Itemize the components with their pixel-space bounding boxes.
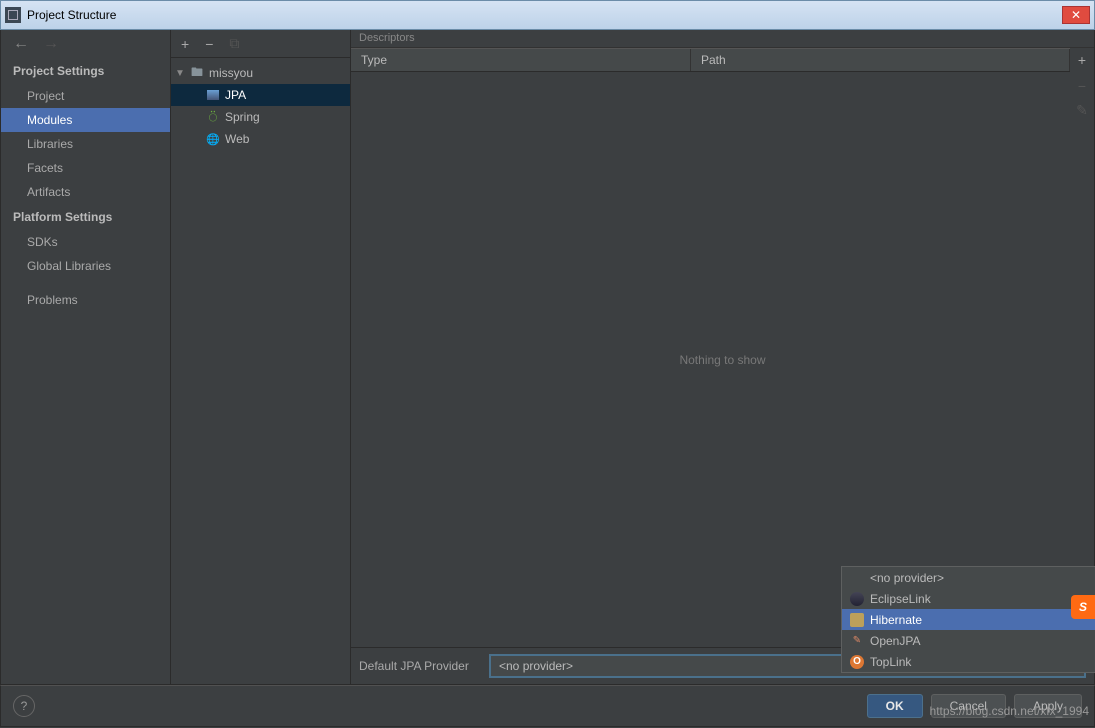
web-icon: 🌐 [205, 132, 221, 146]
sidebar-item-modules[interactable]: Modules [1, 108, 170, 132]
provider-dropdown-popup: <no provider> EclipseLink Hibernate ✎ Op… [841, 566, 1095, 673]
option-label: OpenJPA [870, 634, 920, 648]
tree-root-label: missyou [209, 66, 253, 80]
jpa-icon [205, 88, 221, 102]
add-descriptor-icon[interactable]: + [1070, 48, 1094, 72]
ok-button[interactable]: OK [867, 694, 923, 718]
descriptors-table-wrap: Type Path + [351, 48, 1094, 72]
forward-arrow-icon: → [43, 35, 59, 53]
provider-label: Default JPA Provider [359, 659, 481, 673]
help-button[interactable]: ? [13, 695, 35, 717]
provider-select-value: <no provider> [499, 659, 573, 673]
app-icon [5, 7, 21, 23]
descriptors-title: Descriptors [351, 30, 1094, 48]
tree-body: ▼ 🖿 missyou JPA ⍥ Spring 🌐 Web [171, 58, 350, 154]
tree-web-label: Web [225, 132, 249, 146]
tree-jpa-label: JPA [225, 88, 246, 102]
add-module-icon[interactable]: + [181, 36, 189, 52]
module-tree-panel: + − ⧉ ▼ 🖿 missyou JPA ⍥ Spring 🌐 [171, 30, 351, 684]
option-label: EclipseLink [870, 592, 931, 606]
remove-module-icon[interactable]: − [205, 36, 213, 52]
hibernate-icon [850, 613, 864, 627]
openjpa-icon: ✎ [850, 634, 864, 648]
titlebar: Project Structure ✕ [0, 0, 1095, 30]
content-panel: Descriptors Type Path + − ✎ Nothing to s… [351, 30, 1094, 684]
folder-icon: 🖿 [189, 66, 205, 80]
sidebar-item-facets[interactable]: Facets [1, 156, 170, 180]
chevron-down-icon[interactable]: ▼ [175, 68, 189, 79]
tree-node-jpa[interactable]: JPA [171, 84, 350, 106]
descriptors-table-header: Type Path [351, 48, 1070, 72]
window-title: Project Structure [27, 8, 1062, 22]
option-eclipselink[interactable]: EclipseLink [842, 588, 1095, 609]
option-label: <no provider> [870, 571, 944, 585]
section-project-settings: Project Settings [1, 58, 170, 84]
section-platform-settings: Platform Settings [1, 204, 170, 230]
col-path: Path [691, 49, 1070, 71]
col-type: Type [351, 49, 691, 71]
option-no-provider[interactable]: <no provider> [842, 567, 1095, 588]
edit-descriptor-icon: ✎ [1070, 98, 1094, 122]
toplink-icon: O [850, 655, 864, 669]
sidebar-item-project[interactable]: Project [1, 84, 170, 108]
sidebar-item-artifacts[interactable]: Artifacts [1, 180, 170, 204]
tree-node-spring[interactable]: ⍥ Spring [171, 106, 350, 128]
table-actions: + [1070, 48, 1094, 72]
remove-descriptor-icon: − [1070, 74, 1094, 98]
empty-state: Nothing to show [351, 72, 1094, 647]
eclipselink-icon [850, 592, 864, 606]
sidebar-item-global-libraries[interactable]: Global Libraries [1, 254, 170, 278]
sidebar-item-problems[interactable]: Problems [1, 288, 170, 312]
settings-sidebar: ← → Project Settings Project Modules Lib… [1, 30, 171, 684]
option-label: Hibernate [870, 613, 922, 627]
copy-module-icon: ⧉ [229, 35, 239, 52]
main-area: ← → Project Settings Project Modules Lib… [0, 30, 1095, 685]
spring-icon: ⍥ [205, 110, 221, 124]
tree-spring-label: Spring [225, 110, 260, 124]
floating-badge[interactable]: S [1071, 595, 1095, 619]
tree-toolbar: + − ⧉ [171, 30, 350, 58]
sidebar-nav-toolbar: ← → [1, 30, 170, 58]
option-hibernate[interactable]: Hibernate [842, 609, 1095, 630]
back-arrow-icon[interactable]: ← [13, 35, 29, 53]
close-button[interactable]: ✕ [1062, 6, 1090, 24]
sidebar-item-sdks[interactable]: SDKs [1, 230, 170, 254]
sidebar-item-libraries[interactable]: Libraries [1, 132, 170, 156]
option-openjpa[interactable]: ✎ OpenJPA [842, 630, 1095, 651]
tree-node-web[interactable]: 🌐 Web [171, 128, 350, 150]
tree-node-root[interactable]: ▼ 🖿 missyou [171, 62, 350, 84]
watermark: https://blog.csdn.net/xfx_1994 [930, 704, 1089, 718]
option-toplink[interactable]: O TopLink [842, 651, 1095, 672]
option-label: TopLink [870, 655, 911, 669]
